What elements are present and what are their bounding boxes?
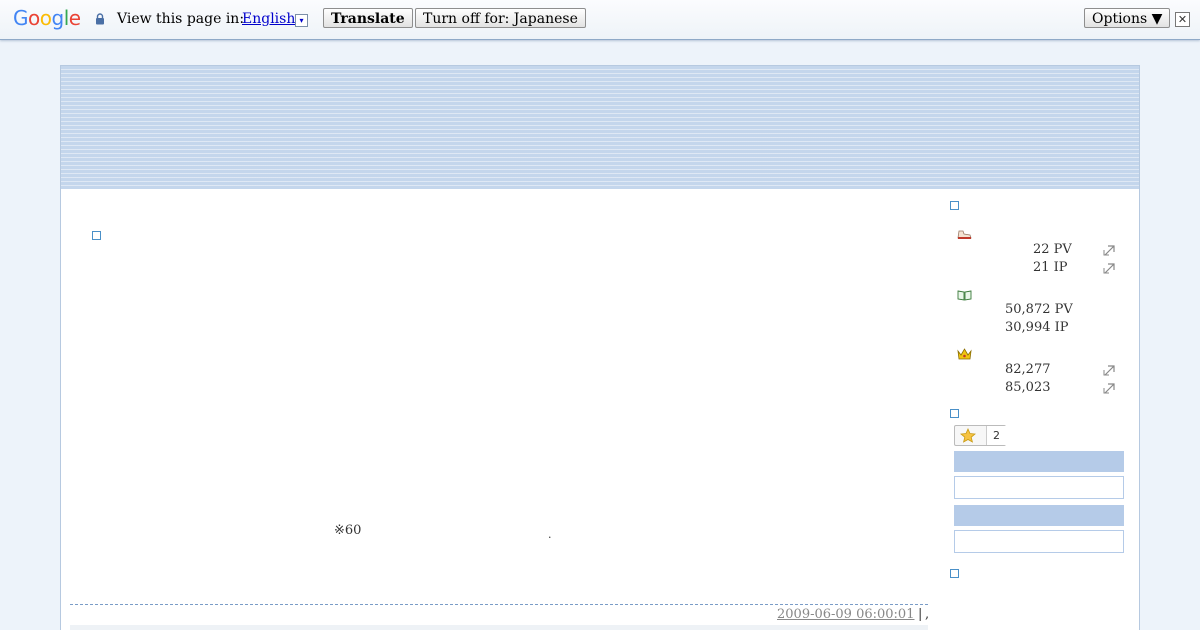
language-link[interactable]: English <box>242 11 295 27</box>
entry-trail: , <box>925 607 930 622</box>
today-pv: 22 PV <box>1033 242 1072 257</box>
share-icon[interactable] <box>1103 244 1116 256</box>
share-icon[interactable] <box>1103 364 1116 376</box>
turn-off-button[interactable]: Turn off for: Japanese <box>415 8 586 28</box>
book-icon <box>957 290 972 301</box>
options-button[interactable]: Options ▼ <box>1084 8 1171 28</box>
entry-date-link[interactable]: 2009-06-09 06:00:01 <box>777 607 914 622</box>
sidebar-header-bar <box>954 451 1124 472</box>
total-pv: 50,872 PV <box>1005 302 1073 317</box>
shoe-icon <box>957 230 972 239</box>
language-dropdown-icon[interactable]: ▾ <box>295 14 308 27</box>
today-ip: 21 IP <box>1033 260 1068 275</box>
view-page-label: View this page in: <box>117 11 245 27</box>
crown-icon <box>957 348 972 360</box>
page-body <box>60 189 1140 630</box>
header-banner <box>60 65 1140 191</box>
google-logo: Google <box>13 6 81 30</box>
entry-separator: | <box>918 607 923 622</box>
ranking-2: 85,023 <box>1005 380 1051 395</box>
lock-icon <box>96 13 104 25</box>
translate-button[interactable]: Translate <box>323 8 413 28</box>
sidebar-content-box <box>954 476 1124 499</box>
star-button[interactable]: 2 <box>954 425 1006 446</box>
sidebar-content-box <box>954 530 1124 553</box>
entry-mark: . <box>548 528 552 541</box>
share-icon[interactable] <box>1103 382 1116 394</box>
entry-title-square-icon <box>92 231 101 240</box>
entry-divider <box>70 604 928 605</box>
sidebar-square-icon <box>950 409 959 418</box>
sidebar-square-icon <box>950 569 959 578</box>
close-icon[interactable]: ✕ <box>1175 12 1190 27</box>
ranking-1: 82,277 <box>1005 362 1051 377</box>
share-icon[interactable] <box>1103 262 1116 274</box>
entry-footer-strip <box>70 625 928 630</box>
sidebar-square-icon <box>950 201 959 210</box>
entry-text: ※60 <box>334 523 362 538</box>
translate-bar: Google View this page in: English ▾ Tran… <box>0 0 1200 40</box>
total-ip: 30,994 IP <box>1005 320 1069 335</box>
star-count: 2 <box>986 426 1006 445</box>
star-icon <box>960 428 976 443</box>
sidebar-header-bar <box>954 505 1124 526</box>
